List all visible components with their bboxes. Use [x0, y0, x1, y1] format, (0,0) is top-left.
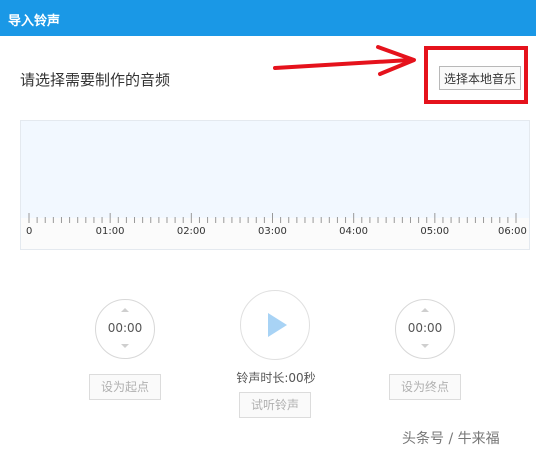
select-local-music-button[interactable]: 选择本地音乐 [439, 66, 521, 90]
end-time-down-arrow-icon[interactable] [421, 344, 429, 348]
window-title: 导入铃声 [8, 14, 61, 29]
end-time-spinner[interactable]: 00:00 [395, 299, 455, 359]
window-titlebar: 导入铃声 [0, 0, 536, 36]
select-audio-prompt: 请选择需要制作的音频 [20, 71, 171, 89]
timeline-label: 01:00 [95, 226, 125, 237]
timeline-label: 03:00 [258, 226, 287, 237]
watermark: 头条号 / 牛来福 [402, 431, 500, 447]
set-end-button[interactable]: 设为终点 [389, 374, 461, 400]
timeline-label: 05:00 [420, 226, 450, 237]
waveform-area[interactable] [21, 121, 529, 218]
start-time-down-arrow-icon[interactable] [121, 344, 129, 348]
play-button[interactable] [240, 290, 310, 360]
timeline-label: 06:00 [498, 226, 527, 237]
end-time-up-arrow-icon[interactable] [421, 308, 429, 312]
start-time-value[interactable]: 00:00 [96, 321, 154, 335]
play-icon [268, 313, 287, 337]
waveform-panel[interactable]: 0 01:00 02:00 03:00 04:00 05:00 06:00 [20, 120, 530, 250]
preview-ringtone-button[interactable]: 试听铃声 [239, 392, 311, 418]
timeline-label: 04:00 [339, 226, 368, 237]
start-time-up-arrow-icon[interactable] [121, 308, 129, 312]
timeline-ticks [28, 213, 517, 223]
timeline-label: 0 [26, 226, 33, 237]
set-start-button[interactable]: 设为起点 [89, 374, 161, 400]
ringtone-duration: 铃声时长:00秒 [236, 371, 316, 385]
start-time-spinner[interactable]: 00:00 [95, 299, 155, 359]
end-time-value[interactable]: 00:00 [396, 321, 454, 335]
timeline-label: 02:00 [176, 226, 206, 237]
